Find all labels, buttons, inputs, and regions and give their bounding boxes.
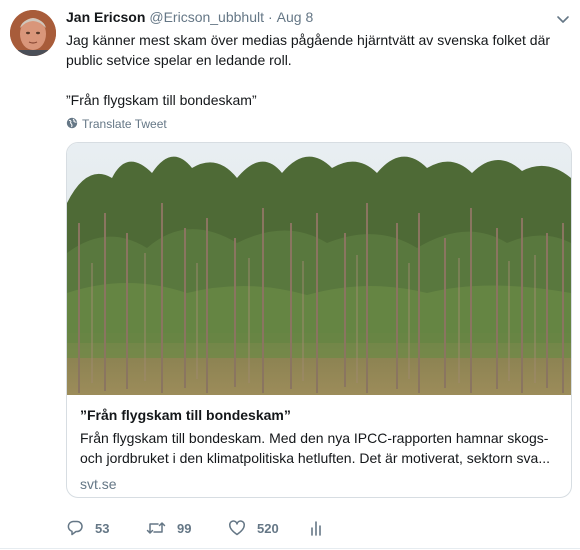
link-card[interactable]: ”Från flygskam till bondeskam” Från flyg… [66,142,572,498]
avatar[interactable] [10,10,56,56]
reply-button[interactable]: 53 [66,519,146,537]
retweet-count: 99 [177,520,192,536]
tweet: Jan Ericson @Ericson_ubbhult · Aug 8 Jag… [0,0,580,550]
tweet-header: Jan Ericson @Ericson_ubbhult · Aug 8 [66,9,313,29]
analytics-button[interactable] [310,519,324,537]
author-name[interactable]: Jan Ericson [66,9,145,25]
like-count: 520 [257,520,279,536]
tweet-actions: 53 99 520 [66,517,324,539]
chevron-down-icon[interactable] [556,12,570,26]
card-title: ”Från flygskam till bondeskam” [80,407,291,423]
card-description: Från flygskam till bondeskam. Med den ny… [80,430,550,466]
retweet-button[interactable]: 99 [146,519,228,537]
card-domain: svt.se [80,476,117,492]
translate-tweet-link[interactable]: Translate Tweet [66,116,167,132]
reply-icon [66,519,84,537]
globe-icon [66,117,82,132]
reply-count: 53 [95,520,110,536]
like-button[interactable]: 520 [228,519,310,537]
heart-icon [228,519,246,537]
divider [0,548,580,549]
author-handle[interactable]: @Ericson_ubbhult [149,9,264,25]
analytics-icon [310,519,324,537]
tweet-text-line: public setvice spelar en ledande roll. [66,52,292,68]
card-body: ”Från flygskam till bondeskam” Från flyg… [80,405,562,494]
tweet-date[interactable]: Aug 8 [277,9,314,25]
translate-label: Translate Tweet [82,117,167,131]
separator: · [268,9,273,25]
retweet-icon [146,519,166,537]
tweet-quote: ”Från flygskam till bondeskam” [66,92,257,108]
tweet-text: Jag känner mest skam över medias pågåend… [66,30,566,110]
card-image [67,143,571,395]
tweet-text-line: Jag känner mest skam över medias pågåend… [66,32,551,48]
